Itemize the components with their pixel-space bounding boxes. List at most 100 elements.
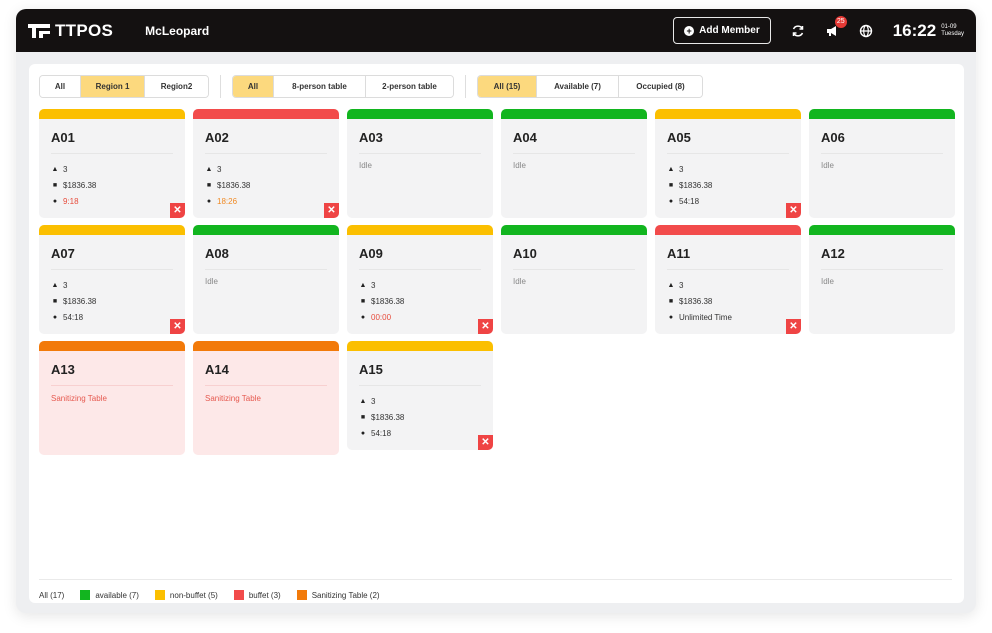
status-strip (655, 109, 801, 119)
table-card[interactable]: A06 Idle (809, 109, 955, 218)
filter-region-all[interactable]: All (40, 76, 80, 97)
table-info: ▲ 3 ■ $1836.38 ● 9:18 (51, 161, 185, 209)
divider (513, 269, 635, 270)
guest-count-row: ▲ 3 (205, 161, 339, 177)
table-card[interactable]: A02 ▲ 3 ■ $1836.38 ● 18:26 ✕ (193, 109, 339, 218)
divider (205, 385, 327, 386)
megaphone-icon[interactable]: 25 (823, 15, 847, 40)
table-card[interactable]: A01 ▲ 3 ■ $1836.38 ● 9:18 ✕ (39, 109, 185, 218)
table-name: A08 (205, 246, 229, 261)
guest-count: 3 (371, 396, 376, 406)
bag-icon: ■ (360, 297, 366, 305)
legend-label: non-buffet (5) (169, 590, 218, 600)
idle-label: Idle (359, 161, 372, 170)
app-window: TTPOS McLeopard + Add Member 25 16:22 01… (16, 9, 976, 613)
table-card[interactable]: A15 ▲ 3 ■ $1836.38 ● 54:18 ✕ (347, 341, 493, 450)
close-icon[interactable]: ✕ (786, 203, 801, 218)
status-strip (193, 341, 339, 351)
person-icon: ▲ (667, 165, 675, 173)
order-amount-row: ■ $1836.38 (359, 293, 493, 309)
guest-count-row: ▲ 3 (51, 277, 185, 293)
elapsed-time: Unlimited Time (679, 312, 732, 322)
bag-icon: ■ (668, 181, 674, 189)
table-name: A02 (205, 130, 229, 145)
filter-region-2[interactable]: Region2 (144, 76, 208, 97)
filter-type-all[interactable]: All (233, 76, 273, 97)
close-icon[interactable]: ✕ (170, 203, 185, 218)
close-icon[interactable]: ✕ (324, 203, 339, 218)
legend-swatch (80, 590, 91, 600)
table-card[interactable]: A08 Idle (193, 225, 339, 334)
elapsed-time: 9:18 (63, 196, 79, 206)
guest-count: 3 (63, 280, 68, 290)
legend-swatch (296, 590, 307, 600)
filter-status-available[interactable]: Available (7) (536, 76, 618, 97)
guest-count-row: ▲ 3 (359, 277, 493, 293)
elapsed-time-row: ● 9:18 (51, 193, 185, 209)
order-amount: $1836.38 (63, 296, 97, 306)
weekday: Tuesday (941, 30, 964, 37)
divider (821, 153, 943, 154)
region-filter: All Region 1 Region2 (39, 75, 209, 98)
order-amount-row: ■ $1836.38 (359, 409, 493, 425)
table-card[interactable]: A04 Idle (501, 109, 647, 218)
table-name: A11 (667, 246, 691, 261)
table-card[interactable]: A11 ▲ 3 ■ $1836.38 ● Unlimited Time ✕ (655, 225, 801, 334)
elapsed-time: 54:18 (371, 428, 392, 438)
person-icon: ▲ (51, 281, 59, 289)
clock-icon: ● (668, 197, 674, 205)
table-info: ▲ 3 ■ $1836.38 ● 54:18 (51, 277, 185, 325)
filter-status-all[interactable]: All (15) (478, 76, 536, 97)
idle-label: Idle (513, 161, 526, 170)
clock-icon: ● (206, 197, 212, 205)
table-info: ▲ 3 ■ $1836.38 ● 18:26 (205, 161, 339, 209)
filter-type-2-person[interactable]: 2-person table (365, 76, 453, 97)
clock-icon: ● (52, 313, 58, 321)
table-card[interactable]: A13 Sanitizing Table (39, 341, 185, 455)
globe-icon[interactable] (857, 22, 875, 40)
clock-icon: ● (360, 429, 366, 437)
table-card[interactable]: A05 ▲ 3 ■ $1836.38 ● 54:18 ✕ (655, 109, 801, 218)
table-card[interactable]: A12 Idle (809, 225, 955, 334)
table-card[interactable]: A14 Sanitizing Table (193, 341, 339, 455)
filter-region-1[interactable]: Region 1 (80, 76, 144, 97)
table-card[interactable]: A09 ▲ 3 ■ $1836.38 ● 00:00 ✕ (347, 225, 493, 334)
filter-status-occupied[interactable]: Occupied (8) (618, 76, 702, 97)
clock-icon: ● (668, 313, 674, 321)
logo-mark-icon (28, 23, 50, 38)
legend-swatch (154, 590, 165, 600)
order-amount: $1836.38 (371, 296, 405, 306)
filter-type-8-person[interactable]: 8-person table (273, 76, 365, 97)
divider (359, 269, 481, 270)
person-icon: ▲ (359, 281, 367, 289)
status-strip (39, 109, 185, 119)
table-card[interactable]: A07 ▲ 3 ■ $1836.38 ● 54:18 ✕ (39, 225, 185, 334)
table-info: ▲ 3 ■ $1836.38 ● 54:18 (359, 393, 493, 441)
elapsed-time-row: ● 18:26 (205, 193, 339, 209)
clock-time: 16:22 (892, 20, 937, 40)
refresh-icon[interactable] (789, 22, 807, 40)
person-icon: ▲ (51, 165, 59, 173)
order-amount: $1836.38 (679, 180, 713, 190)
elapsed-time-row: ● Unlimited Time (667, 309, 801, 325)
close-icon[interactable]: ✕ (478, 435, 493, 450)
legend-label: buffet (3) (248, 590, 281, 600)
status-strip (39, 341, 185, 351)
close-icon[interactable]: ✕ (786, 319, 801, 334)
logo: TTPOS (28, 21, 113, 41)
add-member-button[interactable]: + Add Member (673, 17, 771, 44)
order-amount-row: ■ $1836.38 (667, 293, 801, 309)
status-legend: All (17) available (7) non-buffet (5) buff… (39, 590, 396, 600)
table-card[interactable]: A03 Idle (347, 109, 493, 218)
bag-icon: ■ (206, 181, 212, 189)
table-card[interactable]: A10 Idle (501, 225, 647, 334)
close-icon[interactable]: ✕ (170, 319, 185, 334)
person-icon: ▲ (667, 281, 675, 289)
divider (359, 153, 481, 154)
bag-icon: ■ (52, 297, 58, 305)
legend-item: buffet (3) (233, 590, 281, 600)
filter-bar: All Region 1 Region2 All 8-person table … (39, 75, 703, 98)
guest-count-row: ▲ 3 (51, 161, 185, 177)
clock-icon: ● (52, 197, 58, 205)
close-icon[interactable]: ✕ (478, 319, 493, 334)
